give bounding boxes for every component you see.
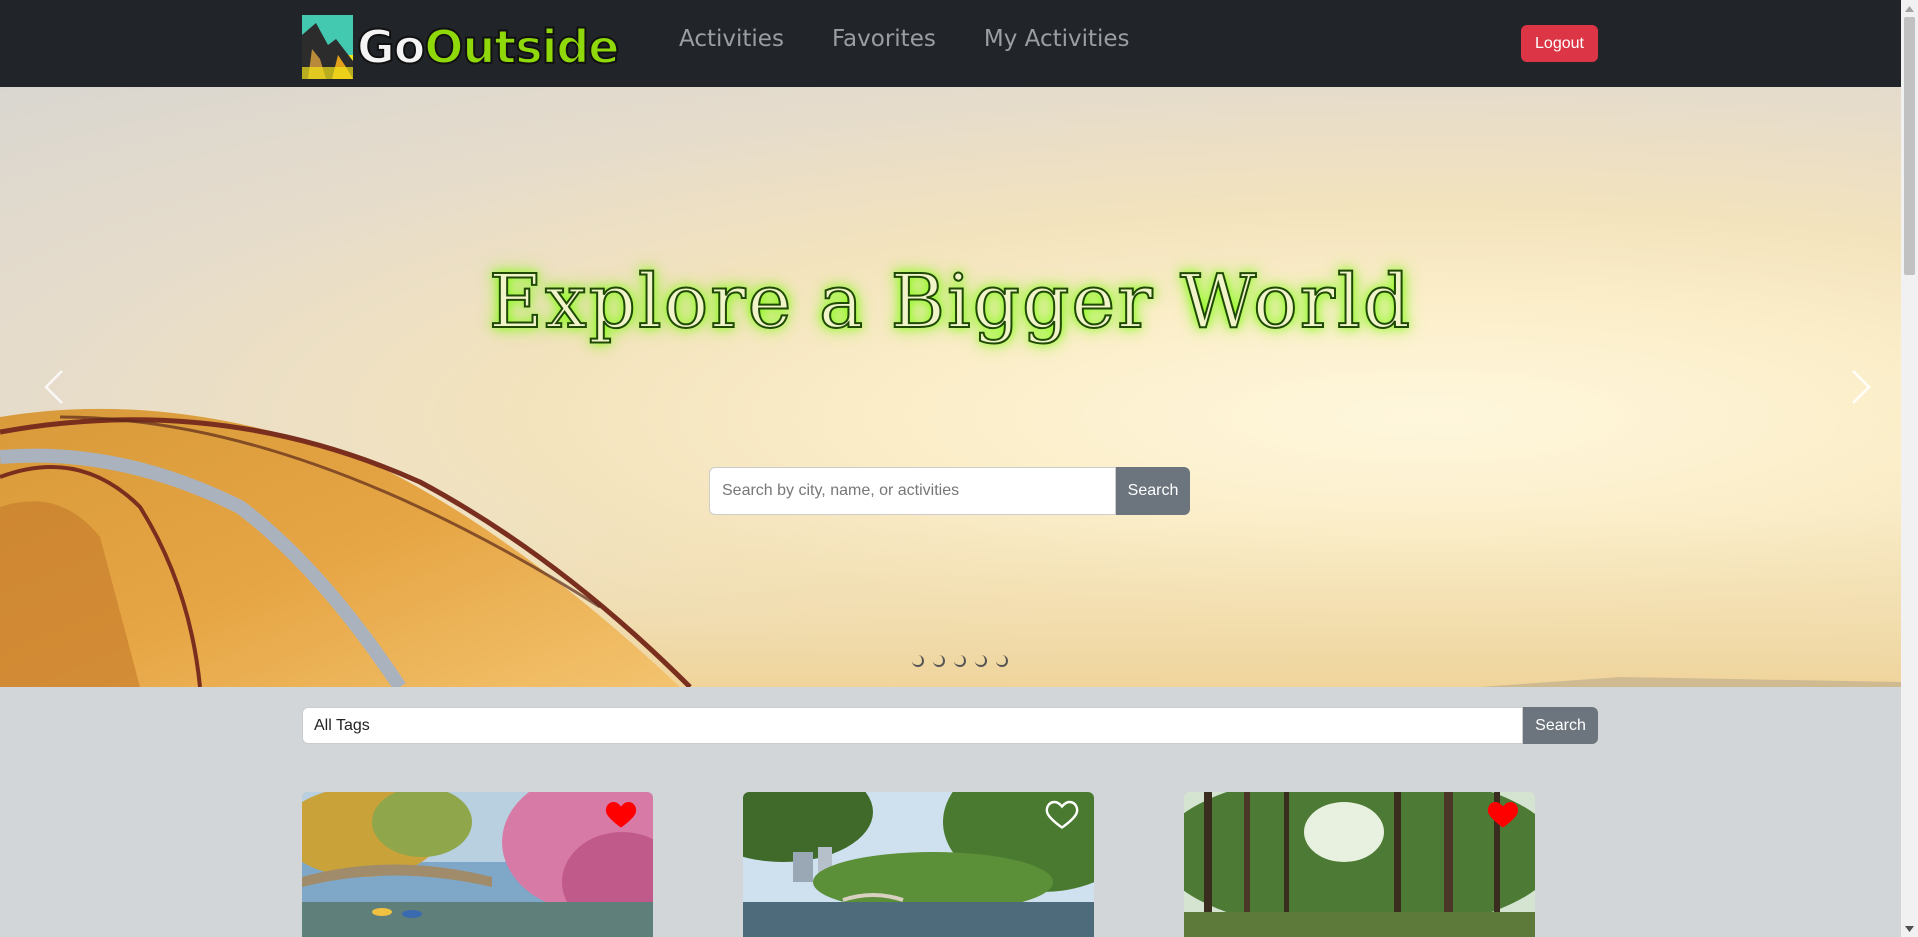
hero-search-input[interactable] <box>709 467 1116 515</box>
carousel-next-button[interactable] <box>1831 357 1891 417</box>
tag-filter-form: All Tags Search <box>302 707 1598 744</box>
brand-go-text: Go <box>356 20 426 74</box>
hero-title: Explore a Bigger World <box>488 258 1413 346</box>
carousel-indicator-4[interactable] <box>975 655 987 667</box>
scrollbar-thumb[interactable] <box>1904 17 1915 275</box>
hero-carousel: Explore a Bigger World Search <box>0 87 1901 687</box>
carousel-indicator-5[interactable] <box>996 655 1008 667</box>
nav-activities[interactable]: Activities <box>679 26 784 52</box>
scroll-up-arrow-icon[interactable] <box>1901 0 1918 17</box>
chevron-left-icon <box>44 370 63 404</box>
activity-card[interactable] <box>302 792 653 937</box>
carousel-indicator-1[interactable] <box>912 655 924 667</box>
carousel-indicator-3[interactable] <box>954 655 966 667</box>
card-image-bridge <box>302 792 653 937</box>
activity-card[interactable] <box>1184 792 1535 937</box>
carousel-indicator-2[interactable] <box>933 655 945 667</box>
hero-background-image <box>0 408 1901 687</box>
nav-my-activities[interactable]: My Activities <box>984 26 1130 52</box>
nav-links: Activities Favorites My Activities <box>679 26 1130 52</box>
favorite-heart-filled-icon[interactable] <box>603 796 639 832</box>
card-image-forest <box>1184 792 1535 937</box>
scroll-down-arrow-icon[interactable] <box>1901 920 1918 937</box>
brand-name: GoOutside <box>356 23 620 71</box>
hero-search-form: Search <box>709 467 1190 515</box>
favorite-heart-filled-icon[interactable] <box>1485 796 1521 832</box>
page-scrollbar[interactable] <box>1901 0 1918 937</box>
tag-select[interactable]: All Tags <box>302 707 1523 744</box>
carousel-prev-button[interactable] <box>24 357 84 417</box>
logout-button[interactable]: Logout <box>1521 25 1598 62</box>
tag-search-button[interactable]: Search <box>1523 707 1598 744</box>
nav-favorites[interactable]: Favorites <box>832 26 936 52</box>
brand-logo[interactable]: GoOutside <box>302 15 620 79</box>
navbar: GoOutside Activities Favorites My Activi… <box>0 0 1901 87</box>
landscape-logo-icon <box>302 15 353 79</box>
hero-search-button[interactable]: Search <box>1116 467 1190 515</box>
carousel-indicators <box>912 655 1008 667</box>
card-image-park <box>743 792 1094 937</box>
chevron-right-icon <box>1852 370 1871 404</box>
brand-outside-text: Outside <box>423 20 620 74</box>
favorite-heart-outline-icon[interactable] <box>1044 796 1080 832</box>
activity-card[interactable] <box>743 792 1094 937</box>
